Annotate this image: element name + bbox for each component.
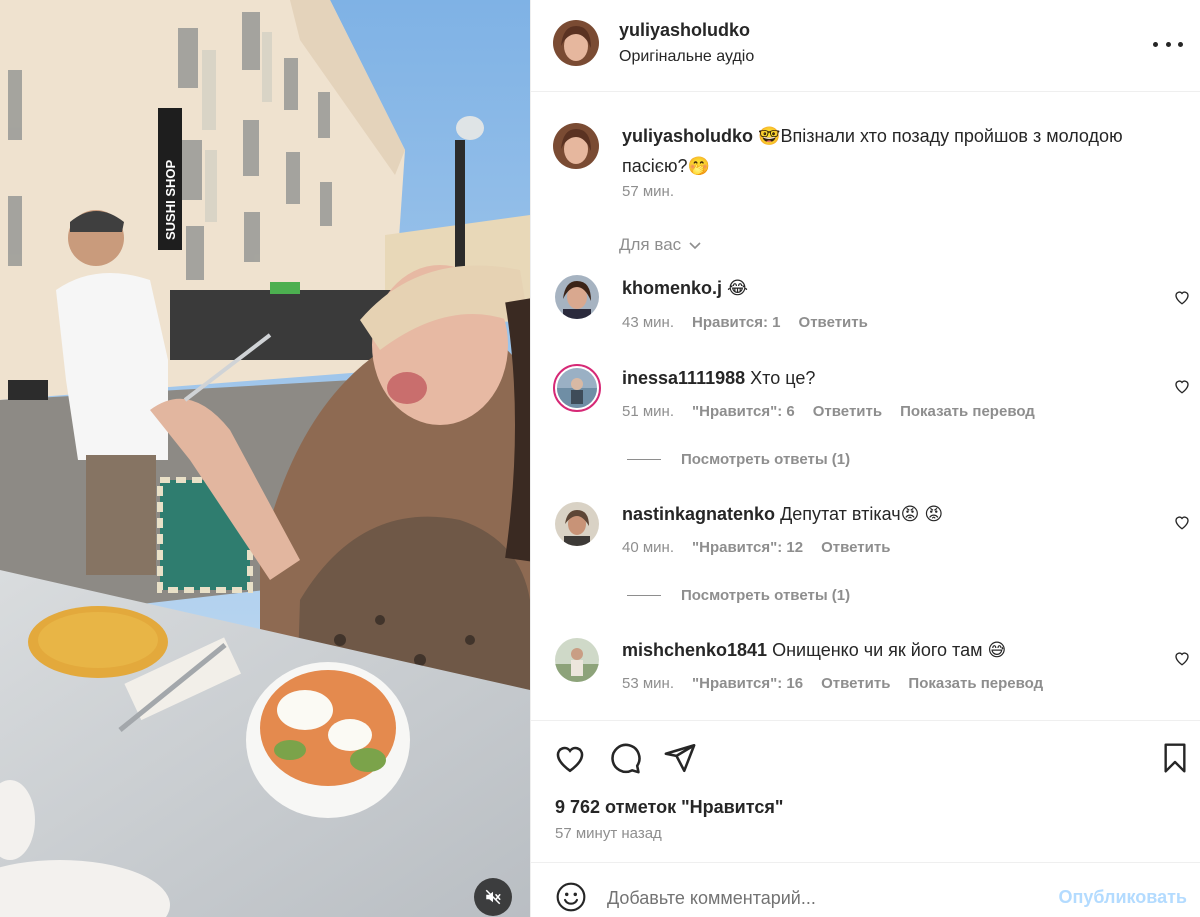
- filter-label: Для вас: [619, 235, 682, 254]
- view-replies-label: Посмотреть ответы (1): [681, 587, 851, 604]
- caption-time: 57 мин.: [622, 183, 674, 200]
- comment-avatar[interactable]: [555, 638, 599, 682]
- reel-video[interactable]: SUSHI SHOP: [0, 0, 530, 917]
- like-comment-heart-icon[interactable]: [1173, 377, 1191, 395]
- speaker-muted-icon: [485, 889, 501, 905]
- comment-likes[interactable]: Нравится: 1: [692, 314, 781, 331]
- comment-username[interactable]: mishchenko1841: [622, 640, 767, 660]
- comment-body: 😂: [727, 278, 749, 298]
- comment-avatar[interactable]: [555, 502, 599, 546]
- comment-composer: Опубликовать: [531, 862, 1200, 917]
- reply-button[interactable]: Ответить: [821, 675, 890, 692]
- reply-button[interactable]: Ответить: [821, 539, 890, 556]
- caption-meta: 57 мин.: [622, 183, 674, 200]
- comment-username[interactable]: inessa1111988: [622, 368, 745, 388]
- reply-button[interactable]: Ответить: [813, 403, 882, 420]
- audio-link[interactable]: Оригінальне аудіо: [619, 48, 754, 66]
- emoji-smiley-icon[interactable]: [555, 881, 587, 913]
- comment-avatar[interactable]: [555, 275, 599, 319]
- comments-list[interactable]: yuliyasholudko 🤓Впізнали хто позаду прой…: [531, 93, 1200, 719]
- like-comment-heart-icon[interactable]: [1173, 649, 1191, 667]
- like-comment-heart-icon[interactable]: [1173, 288, 1191, 306]
- post-actions: 9 762 отметок "Нравится" 57 минут назад: [531, 720, 1200, 862]
- comment-avatar-story[interactable]: [553, 364, 601, 412]
- reply-button[interactable]: Ответить: [799, 314, 868, 331]
- likes-count[interactable]: 9 762 отметок "Нравится": [555, 797, 783, 818]
- video-frame-illustration: SUSHI SHOP: [0, 0, 530, 917]
- caption-username[interactable]: yuliyasholudko: [622, 126, 753, 146]
- comment-text: khomenko.j 😂: [622, 273, 1177, 303]
- comment-time: 53 мин.: [622, 675, 674, 692]
- bookmark-save-icon[interactable]: [1159, 741, 1191, 775]
- comment-time: 51 мин.: [622, 403, 674, 420]
- comment-likes[interactable]: "Нравится": 12: [692, 539, 803, 556]
- comment-username[interactable]: nastinkagnatenko: [622, 504, 775, 524]
- comment-time: 43 мин.: [622, 314, 674, 331]
- like-comment-heart-icon[interactable]: [1173, 513, 1191, 531]
- translate-button[interactable]: Показать перевод: [908, 675, 1043, 692]
- view-replies-button[interactable]: Посмотреть ответы (1): [627, 587, 850, 604]
- comment-text: inessa1111988 Хто це?: [622, 363, 1177, 393]
- like-heart-icon[interactable]: [553, 741, 587, 775]
- comment-input[interactable]: [607, 883, 1037, 913]
- post-timestamp[interactable]: 57 минут назад: [555, 825, 662, 842]
- comment-username[interactable]: khomenko.j: [622, 278, 722, 298]
- comment-likes[interactable]: "Нравится": 6: [692, 403, 795, 420]
- comment-body: Хто це?: [750, 368, 816, 388]
- comment-meta: 43 мин. Нравится: 1 Ответить: [622, 314, 868, 331]
- caption-avatar[interactable]: [553, 123, 599, 169]
- author-avatar[interactable]: [553, 20, 599, 66]
- share-send-icon[interactable]: [663, 741, 697, 775]
- comment-meta: 40 мин. "Нравится": 12 Ответить: [622, 539, 890, 556]
- translate-button[interactable]: Показать перевод: [900, 403, 1035, 420]
- publish-button[interactable]: Опубликовать: [1058, 887, 1187, 908]
- chevron-down-icon: [689, 242, 701, 250]
- comment-bubble-icon[interactable]: [608, 741, 642, 775]
- comment-text: nastinkagnatenko Депутат втікач😡 😡: [622, 499, 1177, 529]
- comment-meta: 53 мин. "Нравится": 16 Ответить Показать…: [622, 675, 1043, 692]
- comment-meta: 51 мин. "Нравится": 6 Ответить Показать …: [622, 403, 1035, 420]
- author-username[interactable]: yuliyasholudko: [619, 20, 750, 41]
- more-horizontal-icon: [1153, 41, 1158, 47]
- shop-sign-text: SUSHI SHOP: [163, 159, 178, 240]
- comment-body: Онищенко чи як його там 😅: [772, 640, 1007, 660]
- view-replies-button[interactable]: Посмотреть ответы (1): [627, 451, 850, 468]
- post-panel: yuliyasholudko Оригінальне аудіо yuliyas…: [530, 0, 1200, 917]
- comment-likes[interactable]: "Нравится": 16: [692, 675, 803, 692]
- view-replies-label: Посмотреть ответы (1): [681, 451, 851, 468]
- comment-filter-dropdown[interactable]: Для вас: [619, 235, 703, 255]
- caption-text: yuliyasholudko 🤓Впізнали хто позаду прой…: [622, 121, 1182, 181]
- comment-body: Депутат втікач😡 😡: [780, 504, 944, 524]
- comment-text: mishchenko1841 Онищенко чи як його там 😅: [622, 635, 1177, 665]
- mute-toggle-button[interactable]: [474, 878, 512, 916]
- comment-time: 40 мин.: [622, 539, 674, 556]
- post-header: yuliyasholudko Оригінальне аудіо: [531, 0, 1200, 92]
- more-options-button[interactable]: [1153, 34, 1183, 54]
